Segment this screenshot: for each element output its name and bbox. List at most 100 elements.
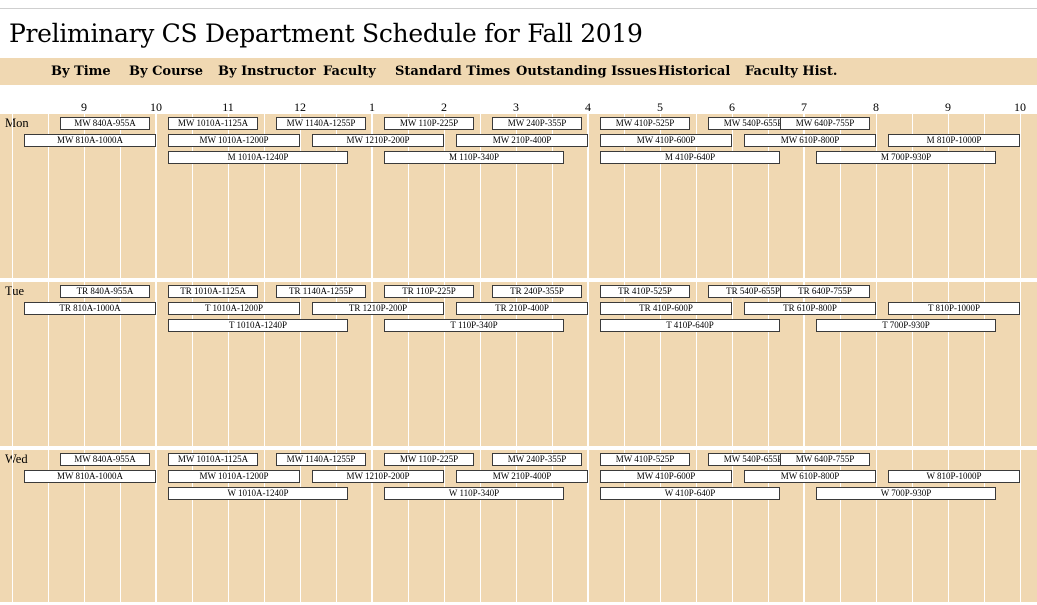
class-time-block[interactable]: TR 640P-755P <box>780 285 870 298</box>
page-title: Preliminary CS Department Schedule for F… <box>9 19 643 48</box>
class-time-block[interactable]: MW 810A-1000A <box>24 470 156 483</box>
class-time-block[interactable]: TR 1010A-1125A <box>168 285 258 298</box>
grid-line <box>300 282 301 446</box>
grid-line <box>1020 114 1021 278</box>
class-time-block[interactable]: T 1010A-1240P <box>168 319 348 332</box>
class-time-block[interactable]: T 410P-640P <box>600 319 780 332</box>
class-time-block[interactable]: W 810P-1000P <box>888 470 1020 483</box>
class-time-block[interactable]: MW 1010A-1200P <box>168 134 300 147</box>
hour-label: 7 <box>801 100 807 114</box>
class-time-block[interactable]: TR 1140A-1255P <box>276 285 366 298</box>
class-time-block[interactable]: MW 410P-525P <box>600 453 690 466</box>
hour-label: 10 <box>150 100 162 114</box>
grid-line <box>444 114 445 278</box>
class-time-block[interactable]: MW 840A-955A <box>60 453 150 466</box>
grid-line <box>444 450 445 602</box>
class-time-block[interactable]: MW 1140A-1255P <box>276 117 366 130</box>
nav-by-course[interactable]: By Course <box>129 64 203 79</box>
hour-label: 9 <box>945 100 951 114</box>
class-time-block[interactable]: MW 610P-800P <box>744 470 876 483</box>
grid-line <box>12 450 13 602</box>
top-divider <box>0 8 1037 9</box>
hour-label: 10 <box>1014 100 1026 114</box>
class-time-block[interactable]: MW 640P-755P <box>780 453 870 466</box>
class-time-block[interactable]: MW 610P-800P <box>744 134 876 147</box>
class-time-block[interactable]: MW 810A-1000A <box>24 134 156 147</box>
hour-label: 8 <box>873 100 879 114</box>
class-time-block[interactable]: TR 210P-400P <box>456 302 588 315</box>
class-time-block[interactable]: MW 110P-225P <box>384 453 474 466</box>
grid-line <box>12 114 13 278</box>
class-time-block[interactable]: MW 1210P-200P <box>312 470 444 483</box>
class-time-block[interactable]: M 110P-340P <box>384 151 564 164</box>
nav-faculty[interactable]: Faculty <box>323 64 376 79</box>
class-time-block[interactable]: MW 410P-600P <box>600 134 732 147</box>
hour-label: 3 <box>513 100 519 114</box>
class-time-block[interactable]: MW 210P-400P <box>456 470 588 483</box>
nav-bar: By Time By Course By Instructor Faculty … <box>0 58 1037 85</box>
class-time-block[interactable]: TR 110P-225P <box>384 285 474 298</box>
class-time-block[interactable]: MW 240P-355P <box>492 117 582 130</box>
class-time-block[interactable]: T 110P-340P <box>384 319 564 332</box>
class-time-block[interactable]: MW 840A-955A <box>60 117 150 130</box>
day-label: Mon <box>5 116 29 130</box>
class-time-block[interactable]: TR 810A-1000A <box>24 302 156 315</box>
day-row-wed: Wed MW 840A-955A MW 1010A-1125A MW 1140A-1… <box>0 450 1037 602</box>
class-time-block[interactable]: W 410P-640P <box>600 487 780 500</box>
hour-label: 9 <box>81 100 87 114</box>
grid-line <box>732 282 733 446</box>
day-label: Tue <box>5 284 24 298</box>
nav-by-instructor[interactable]: By Instructor <box>218 64 316 79</box>
class-time-block[interactable]: W 700P-930P <box>816 487 996 500</box>
class-time-block[interactable]: MW 110P-225P <box>384 117 474 130</box>
class-time-block[interactable]: TR 410P-525P <box>600 285 690 298</box>
grid-line <box>12 282 13 446</box>
class-time-block[interactable]: M 810P-1000P <box>888 134 1020 147</box>
class-time-block[interactable]: TR 1210P-200P <box>312 302 444 315</box>
class-time-block[interactable]: M 700P-930P <box>816 151 996 164</box>
class-time-block[interactable]: MW 1010A-1125A <box>168 453 258 466</box>
nav-outstanding-issues[interactable]: Outstanding Issues <box>516 64 657 79</box>
grid-line <box>300 450 301 602</box>
class-time-block[interactable]: TR 610P-800P <box>744 302 876 315</box>
class-time-block[interactable]: MW 410P-600P <box>600 470 732 483</box>
hour-label: 5 <box>657 100 663 114</box>
class-time-block[interactable]: M 1010A-1240P <box>168 151 348 164</box>
class-time-block[interactable]: MW 640P-755P <box>780 117 870 130</box>
class-time-block[interactable]: TR 840A-955A <box>60 285 150 298</box>
class-time-block[interactable]: MW 1010A-1125A <box>168 117 258 130</box>
class-time-block[interactable]: MW 1210P-200P <box>312 134 444 147</box>
class-time-block[interactable]: MW 210P-400P <box>456 134 588 147</box>
grid-line <box>876 114 877 278</box>
class-time-block[interactable]: W 110P-340P <box>384 487 564 500</box>
nav-historical[interactable]: Historical <box>658 64 730 79</box>
grid-line <box>300 114 301 278</box>
hour-label: 4 <box>585 100 591 114</box>
grid-line <box>732 114 733 278</box>
hour-label: 12 <box>294 100 306 114</box>
class-time-block[interactable]: TR 240P-355P <box>492 285 582 298</box>
hour-label: 1 <box>369 100 375 114</box>
class-time-block[interactable]: MW 410P-525P <box>600 117 690 130</box>
nav-faculty-hist[interactable]: Faculty Hist. <box>745 64 837 79</box>
grid-line <box>444 282 445 446</box>
class-time-block[interactable]: MW 240P-355P <box>492 453 582 466</box>
grid-line <box>876 450 877 602</box>
class-time-block[interactable]: T 810P-1000P <box>888 302 1020 315</box>
hour-label: 6 <box>729 100 735 114</box>
class-time-block[interactable]: T 1010A-1200P <box>168 302 300 315</box>
grid-line <box>1020 450 1021 602</box>
class-time-block[interactable]: W 1010A-1240P <box>168 487 348 500</box>
nav-by-time[interactable]: By Time <box>51 64 111 79</box>
day-row-mon: Mon MW 840A-955A MW 1010A-1125A MW 1140A-1… <box>0 114 1037 278</box>
class-time-block[interactable]: T 700P-930P <box>816 319 996 332</box>
grid-line <box>876 282 877 446</box>
class-time-block[interactable]: MW 1140A-1255P <box>276 453 366 466</box>
class-time-block[interactable]: M 410P-640P <box>600 151 780 164</box>
class-time-block[interactable]: MW 1010A-1200P <box>168 470 300 483</box>
day-label: Wed <box>5 452 28 466</box>
grid-line <box>732 450 733 602</box>
class-time-block[interactable]: TR 410P-600P <box>600 302 732 315</box>
nav-standard-times[interactable]: Standard Times <box>395 64 510 79</box>
grid-line <box>1020 282 1021 446</box>
